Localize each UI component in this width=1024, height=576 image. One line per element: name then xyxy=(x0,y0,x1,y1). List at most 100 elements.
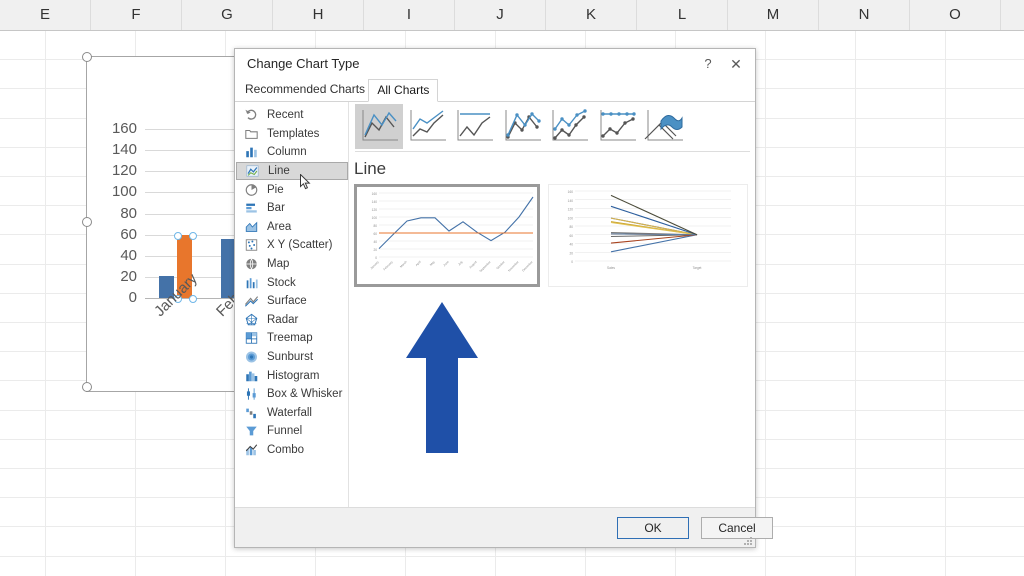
sidebar-item-label: Line xyxy=(268,165,290,177)
ok-button[interactable]: OK xyxy=(617,517,689,539)
help-icon[interactable]: ? xyxy=(695,53,721,75)
column-header-m[interactable]: M xyxy=(728,0,819,30)
chart-category-sidebar: Recent Templates Column Line Pie Bar Area X Y … xyxy=(236,102,349,508)
box-whisker-icon xyxy=(244,387,259,401)
chart-subtype-3-d-line[interactable] xyxy=(640,104,688,149)
svg-text:100: 100 xyxy=(568,216,574,220)
column-header-p[interactable]: P xyxy=(1001,0,1024,30)
sidebar-item-label: Stock xyxy=(267,277,296,289)
chart-preview-line[interactable]: 160140120100806040200 JanuaryFebruaryMar… xyxy=(354,184,540,287)
column-header-g[interactable]: G xyxy=(182,0,273,30)
column-header-f[interactable]: F xyxy=(91,0,182,30)
svg-text:February: February xyxy=(382,260,394,272)
column-header-e[interactable]: E xyxy=(0,0,91,30)
dialog-title: Change Chart Type xyxy=(247,56,360,71)
sidebar-item-label: Map xyxy=(267,258,289,270)
sidebar-item-line[interactable]: Line xyxy=(236,162,348,181)
histogram-icon xyxy=(244,369,259,383)
chart-subtype-strip xyxy=(355,104,750,152)
svg-text:July: July xyxy=(457,260,464,267)
chart-subtype-stacked-line[interactable] xyxy=(403,104,451,149)
chart-subtype-100-stacked-line-with-markers[interactable] xyxy=(593,104,641,149)
column-header-o[interactable]: O xyxy=(910,0,1001,30)
sidebar-item-histogram[interactable]: Histogram xyxy=(236,366,348,385)
grid-col-line xyxy=(855,30,856,576)
resize-grip-icon[interactable] xyxy=(741,534,753,546)
sidebar-item-label: Funnel xyxy=(267,425,302,437)
column-header-h[interactable]: H xyxy=(273,0,364,30)
tab-recommended-charts[interactable]: Recommended Charts xyxy=(237,79,373,100)
column-header-n[interactable]: N xyxy=(819,0,910,30)
svg-text:160: 160 xyxy=(372,192,378,196)
sidebar-item-label: Templates xyxy=(267,128,319,140)
chart-subtype-line-with-markers[interactable] xyxy=(498,104,546,149)
column-header-l[interactable]: L xyxy=(637,0,728,30)
sidebar-item-label: Histogram xyxy=(267,370,319,382)
sidebar-item-label: Bar xyxy=(267,202,285,214)
series-point-handle[interactable] xyxy=(189,232,197,240)
chart-subtype-stacked-line-with-markers[interactable] xyxy=(545,104,593,149)
svg-text:60: 60 xyxy=(373,232,377,236)
sidebar-item-box-whisker[interactable]: Box & Whisker xyxy=(236,385,348,404)
sidebar-item-label: Pie xyxy=(267,184,284,196)
chart-preview-line-switched[interactable]: 160140120100806040200 SalesTarget xyxy=(548,184,748,287)
up-arrow-annotation xyxy=(404,300,480,455)
bar-icon xyxy=(244,201,259,215)
sidebar-item-map[interactable]: Map xyxy=(236,255,348,274)
series-point-handle[interactable] xyxy=(174,232,182,240)
sidebar-item-templates[interactable]: Templates xyxy=(236,125,348,144)
sidebar-item-funnel[interactable]: Funnel xyxy=(236,422,348,441)
waterfall-icon xyxy=(244,406,259,420)
svg-text:Sales: Sales xyxy=(607,266,615,270)
svg-text:140: 140 xyxy=(568,199,574,203)
scatter-icon xyxy=(244,238,259,252)
sidebar-item-label: Sunburst xyxy=(267,351,313,363)
chart-y-tick-label: 20 xyxy=(95,269,137,284)
chart-selection-handle[interactable] xyxy=(82,382,92,392)
sidebar-item-radar[interactable]: Radar xyxy=(236,311,348,330)
sidebar-item-pie[interactable]: Pie xyxy=(236,180,348,199)
dialog-titlebar[interactable]: Change Chart Type ? ✕ xyxy=(235,49,755,79)
sidebar-item-column[interactable]: Column xyxy=(236,143,348,162)
svg-text:80: 80 xyxy=(373,224,377,228)
tab-all-charts[interactable]: All Charts xyxy=(368,79,438,102)
sidebar-item-stock[interactable]: Stock xyxy=(236,273,348,292)
cancel-button[interactable]: Cancel xyxy=(701,517,773,539)
sidebar-item-surface[interactable]: Surface xyxy=(236,292,348,311)
svg-text:100: 100 xyxy=(372,216,378,220)
chart-y-tick-label: 0 xyxy=(95,290,137,305)
sidebar-item-x-y-scatter[interactable]: X Y (Scatter) xyxy=(236,236,348,255)
map-icon xyxy=(244,257,259,271)
series-point-handle[interactable] xyxy=(189,295,197,303)
chart-y-tick-label: 100 xyxy=(95,184,137,199)
sidebar-item-label: Box & Whisker xyxy=(267,388,342,400)
templates-icon xyxy=(244,127,259,141)
sidebar-item-bar[interactable]: Bar xyxy=(236,199,348,218)
pie-icon xyxy=(244,183,259,197)
change-chart-type-dialog: Change Chart Type ? ✕ Recommended Charts… xyxy=(234,48,756,548)
svg-text:December: December xyxy=(521,260,534,273)
chart-y-tick-label: 140 xyxy=(95,142,137,157)
column-header-j[interactable]: J xyxy=(455,0,546,30)
column-icon xyxy=(244,145,259,159)
sidebar-item-label: Area xyxy=(267,221,291,233)
funnel-icon xyxy=(244,424,259,438)
chart-selection-handle[interactable] xyxy=(82,217,92,227)
svg-text:160: 160 xyxy=(568,190,574,194)
sidebar-item-area[interactable]: Area xyxy=(236,218,348,237)
sidebar-item-waterfall[interactable]: Waterfall xyxy=(236,404,348,423)
column-header-k[interactable]: K xyxy=(546,0,637,30)
section-heading: Line xyxy=(354,159,386,179)
sidebar-item-recent[interactable]: Recent xyxy=(236,106,348,125)
sidebar-item-sunburst[interactable]: Sunburst xyxy=(236,348,348,367)
column-header-i[interactable]: I xyxy=(364,0,455,30)
close-icon[interactable]: ✕ xyxy=(723,53,749,75)
sidebar-item-label: Column xyxy=(267,146,307,158)
svg-text:80: 80 xyxy=(569,225,573,229)
sidebar-item-combo[interactable]: Combo xyxy=(236,441,348,460)
chart-selection-handle[interactable] xyxy=(82,52,92,62)
chart-subtype-100-stacked-line[interactable] xyxy=(450,104,498,149)
svg-text:40: 40 xyxy=(373,240,377,244)
chart-subtype-line[interactable] xyxy=(355,104,403,149)
sidebar-item-treemap[interactable]: Treemap xyxy=(236,329,348,348)
